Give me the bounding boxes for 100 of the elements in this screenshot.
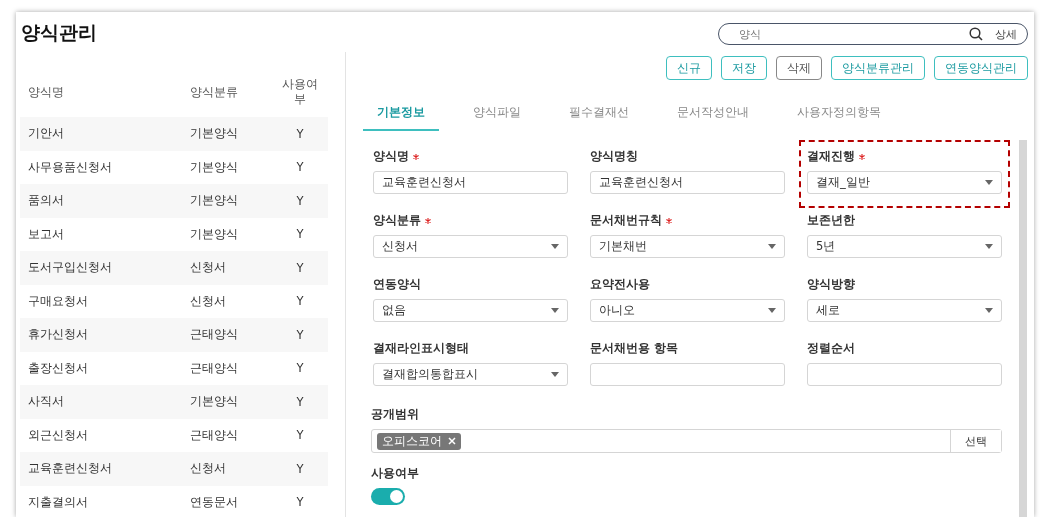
detail-link[interactable]: 상세 [995,26,1017,42]
list-row[interactable]: 사직서 기본양식 Y [20,385,328,419]
column-header: 양식분류 [190,84,239,100]
column-header: 양식명 [27,84,65,100]
input-field[interactable] [807,363,1002,386]
list-row[interactable]: 기안서 기본양식 Y [20,117,328,151]
table-cell-text: Y [295,327,305,342]
list-row[interactable]: 보고서 기본양식 Y [20,217,328,251]
field-label: 공개범위 [371,406,420,423]
table-cell-text: 기본양식 [190,394,239,410]
tab[interactable]: 양식파일 [459,100,535,131]
table-cell-text: 외근신청서 [27,427,89,443]
caret-icon [985,180,993,185]
table-cell-text: 지출결의서 [27,494,89,510]
scope-field[interactable]: 오피스코어 선택 [371,429,1002,453]
list-row[interactable]: 출장신청서 근태양식 Y [20,351,328,385]
table-cell-text: 교육훈련신청서 [27,461,113,477]
table-cell-text: Y [295,361,305,376]
scrollbar[interactable] [1019,140,1027,517]
tag-chip[interactable]: 오피스코어 [377,432,461,450]
table-cell-text: Y [295,294,305,309]
field-label: 양식명 [373,148,409,165]
table-cell-text: Y [295,193,305,208]
list-row[interactable]: 지출결의서 연동문서 Y [20,485,328,517]
table-cell-text: Y [295,160,305,175]
caret-icon [551,244,559,249]
table-cell-text: 구매요청서 [27,293,89,309]
field-label: 문서채번용 항목 [590,340,679,357]
field-label: 양식방향 [807,276,855,293]
field-label: 문서채번규칙 [590,212,662,229]
table-cell-text: 도서구입신청서 [27,260,113,276]
toolbar-button[interactable]: 삭제 [776,56,822,80]
dropdown[interactable]: 아니오 [590,299,785,322]
table-cell-text: 사직서 [27,394,65,410]
field-label: 결재라인표시형태 [373,340,469,357]
dropdown[interactable]: 신청서 [373,235,568,258]
table-cell-text: 근태양식 [190,327,239,343]
tab[interactable]: 필수결재선 [555,100,643,131]
table-cell-text: 근태양식 [190,360,239,376]
caret-icon [768,308,776,313]
table-cell-text: 사무용품신청서 [27,159,113,175]
tab[interactable]: 사용자정의항목 [783,100,895,131]
table-cell-text: Y [295,495,305,510]
caret-icon [768,244,776,249]
input-field[interactable] [590,363,785,386]
list-row[interactable]: 외근신청서 근태양식 Y [20,418,328,452]
table-cell-text: 휴가신청서 [27,327,89,343]
caret-icon [551,308,559,313]
table-cell-text: 품의서 [27,193,65,209]
field-label: 정렬순서 [807,340,855,357]
field-label: 보존년한 [807,212,855,229]
list-row[interactable]: 휴가신청서 근태양식 Y [20,318,328,352]
dropdown[interactable]: 결재_일반 [807,171,1002,194]
table-cell-text: Y [295,461,305,476]
field-label: 결재진행 [807,148,855,165]
search-icon[interactable] [969,27,983,41]
table-cell-text: 연동문서 [190,494,239,510]
column-header: 사용여부 [281,77,319,107]
close-icon[interactable] [448,437,456,445]
table-cell-text: 기본양식 [190,193,239,209]
input-field[interactable]: 교육훈련신청서 [373,171,568,194]
table-cell-text: Y [295,260,305,275]
table-cell-text: 기본양식 [190,226,239,242]
table-cell-text: Y [295,126,305,141]
dropdown[interactable]: 결재합의통합표시 [373,363,568,386]
dropdown[interactable]: 5년 [807,235,1002,258]
table-cell-text: Y [295,394,305,409]
dropdown[interactable]: 없음 [373,299,568,322]
table-cell-text: Y [295,227,305,242]
table-cell-text: 신청서 [190,461,227,477]
tab[interactable]: 문서작성안내 [663,100,763,131]
page-title: 양식관리 [21,20,97,45]
caret-icon [551,372,559,377]
table-cell-text: 기본양식 [190,159,239,175]
toolbar-button[interactable]: 양식분류관리 [831,56,925,80]
toolbar-button[interactable]: 저장 [721,56,767,80]
table-cell-text: 신청서 [190,260,227,276]
table-cell-text: 보고서 [27,226,65,242]
toggle-switch[interactable] [371,488,405,505]
field-label: 연동양식 [373,276,421,293]
table-cell-text: 근태양식 [190,427,239,443]
table-cell-text: 신청서 [190,293,227,309]
select-button[interactable]: 선택 [950,430,1001,452]
field-label: 양식분류 [373,212,421,229]
table-cell-text: Y [295,428,305,443]
list-row[interactable]: 구매요청서 신청서 Y [20,284,328,318]
dropdown[interactable]: 세로 [807,299,1002,322]
caret-icon [985,244,993,249]
list-row[interactable]: 품의서 기본양식 Y [20,184,328,218]
toolbar-button[interactable]: 연동양식관리 [934,56,1028,80]
table-cell-text: 기본양식 [190,126,239,142]
input-field[interactable]: 교육훈련신청서 [590,171,785,194]
caret-icon [985,308,993,313]
field-label: 요약전사용 [590,276,650,293]
field-label: 양식명칭 [590,148,638,165]
list-row[interactable]: 교육훈련신청서 신청서 Y [20,452,328,486]
list-row[interactable]: 도서구입신청서 신청서 Y [20,251,328,285]
list-row[interactable]: 사무용품신청서 기본양식 Y [20,150,328,184]
dropdown[interactable]: 기본채번 [590,235,785,258]
toolbar-button[interactable]: 신규 [666,56,712,80]
